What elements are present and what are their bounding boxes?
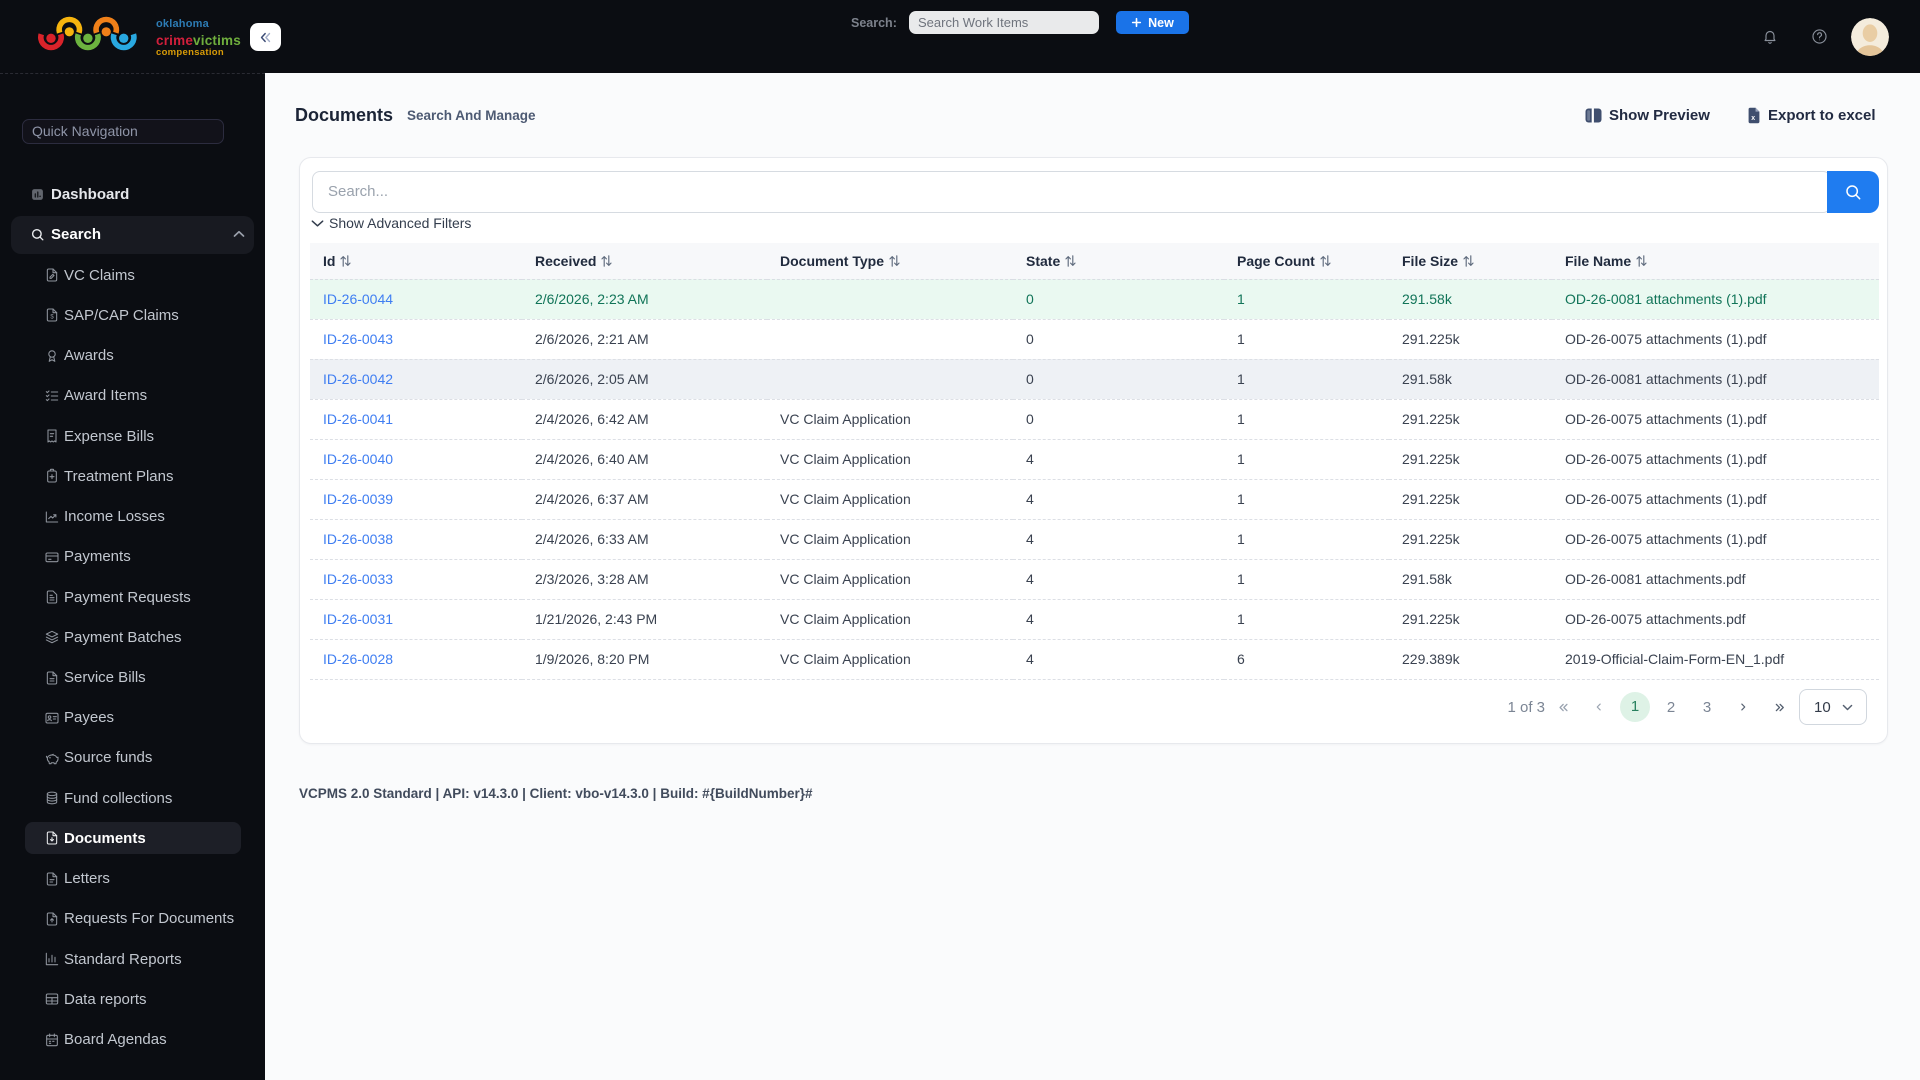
svg-text:x: x (1751, 115, 1755, 122)
svg-text:$: $ (50, 315, 54, 321)
